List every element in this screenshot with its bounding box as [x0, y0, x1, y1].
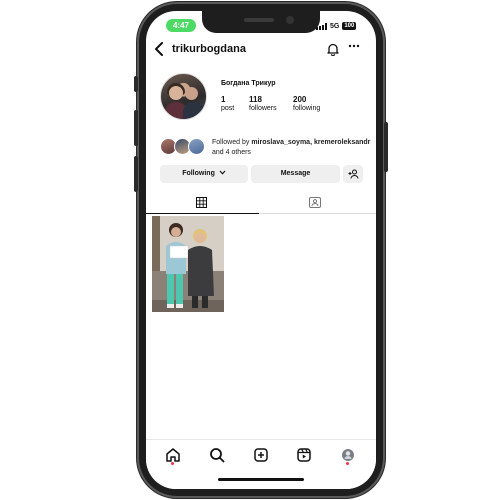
bell-icon[interactable]: [326, 42, 340, 57]
stat-following[interactable]: 200 following: [293, 95, 320, 112]
profile-avatar[interactable]: [160, 73, 207, 120]
notch: [202, 11, 320, 33]
followed-by-suffix: and 4 others: [212, 149, 251, 156]
profile-notification-dot: [346, 462, 349, 465]
stat-label: followers: [249, 105, 277, 112]
speaker: [244, 18, 274, 22]
tab-tagged[interactable]: [259, 192, 376, 214]
stat-label: post: [221, 105, 235, 112]
stat-value: 200: [293, 95, 307, 104]
mutual-followers-avatars[interactable]: [160, 138, 208, 156]
tab-posts-grid[interactable]: [146, 192, 259, 214]
stat-label: following: [293, 105, 321, 112]
mutual-avatar: [188, 138, 205, 155]
power-button: [384, 122, 388, 172]
message-button-label: Message: [280, 170, 311, 177]
profile-full-name: Богдана Трикур: [221, 80, 276, 87]
post-photo: [152, 216, 224, 312]
stat-value: 118: [249, 95, 262, 104]
status-indicators: 5G 100: [316, 21, 357, 31]
chevron-left-icon[interactable]: [154, 42, 164, 58]
message-button[interactable]: Message: [251, 165, 340, 183]
profile-tabs: [146, 192, 376, 214]
ellipsis-icon[interactable]: [347, 39, 361, 56]
volume-up-button: [134, 110, 138, 146]
following-button[interactable]: Following: [160, 165, 248, 183]
status-time: 4:47: [166, 19, 196, 32]
following-button-label: Following: [182, 170, 215, 177]
followed-by-text[interactable]: Followed by miroslava_soyma, kremeroleks…: [212, 138, 372, 158]
bottom-navigation: [146, 439, 376, 489]
tagged-person-icon: [309, 197, 321, 208]
network-label: 5G: [330, 22, 340, 30]
volume-down-button: [134, 156, 138, 192]
stat-followers[interactable]: 118 followers: [249, 95, 277, 112]
profile-header: trikurbogdana: [146, 39, 376, 61]
followed-by-prefix: Followed by: [212, 139, 250, 146]
add-person-icon: [348, 169, 358, 179]
home-notification-dot: [171, 462, 174, 465]
chevron-down-icon: [219, 170, 226, 175]
reels-icon[interactable]: [295, 446, 313, 464]
home-indicator: [218, 478, 304, 481]
grid-icon: [196, 197, 207, 208]
stat-posts[interactable]: 1 post: [221, 95, 234, 112]
battery-icon: 100: [342, 22, 357, 30]
profile-username: trikurbogdana: [172, 43, 246, 55]
create-icon[interactable]: [252, 446, 270, 464]
search-icon[interactable]: [208, 446, 226, 464]
signal-icon: [316, 22, 327, 30]
silent-switch: [134, 76, 138, 92]
followed-by-users: miroslava_soyma, kremeroleksandr: [251, 139, 371, 146]
stat-value: 1: [221, 95, 226, 104]
phone-screen: 4:47 5G 100 trikurbogdana Богдана Трикур…: [146, 11, 376, 489]
post-thumbnail[interactable]: [152, 216, 224, 312]
suggest-people-button[interactable]: [343, 165, 363, 183]
front-camera: [286, 16, 294, 24]
